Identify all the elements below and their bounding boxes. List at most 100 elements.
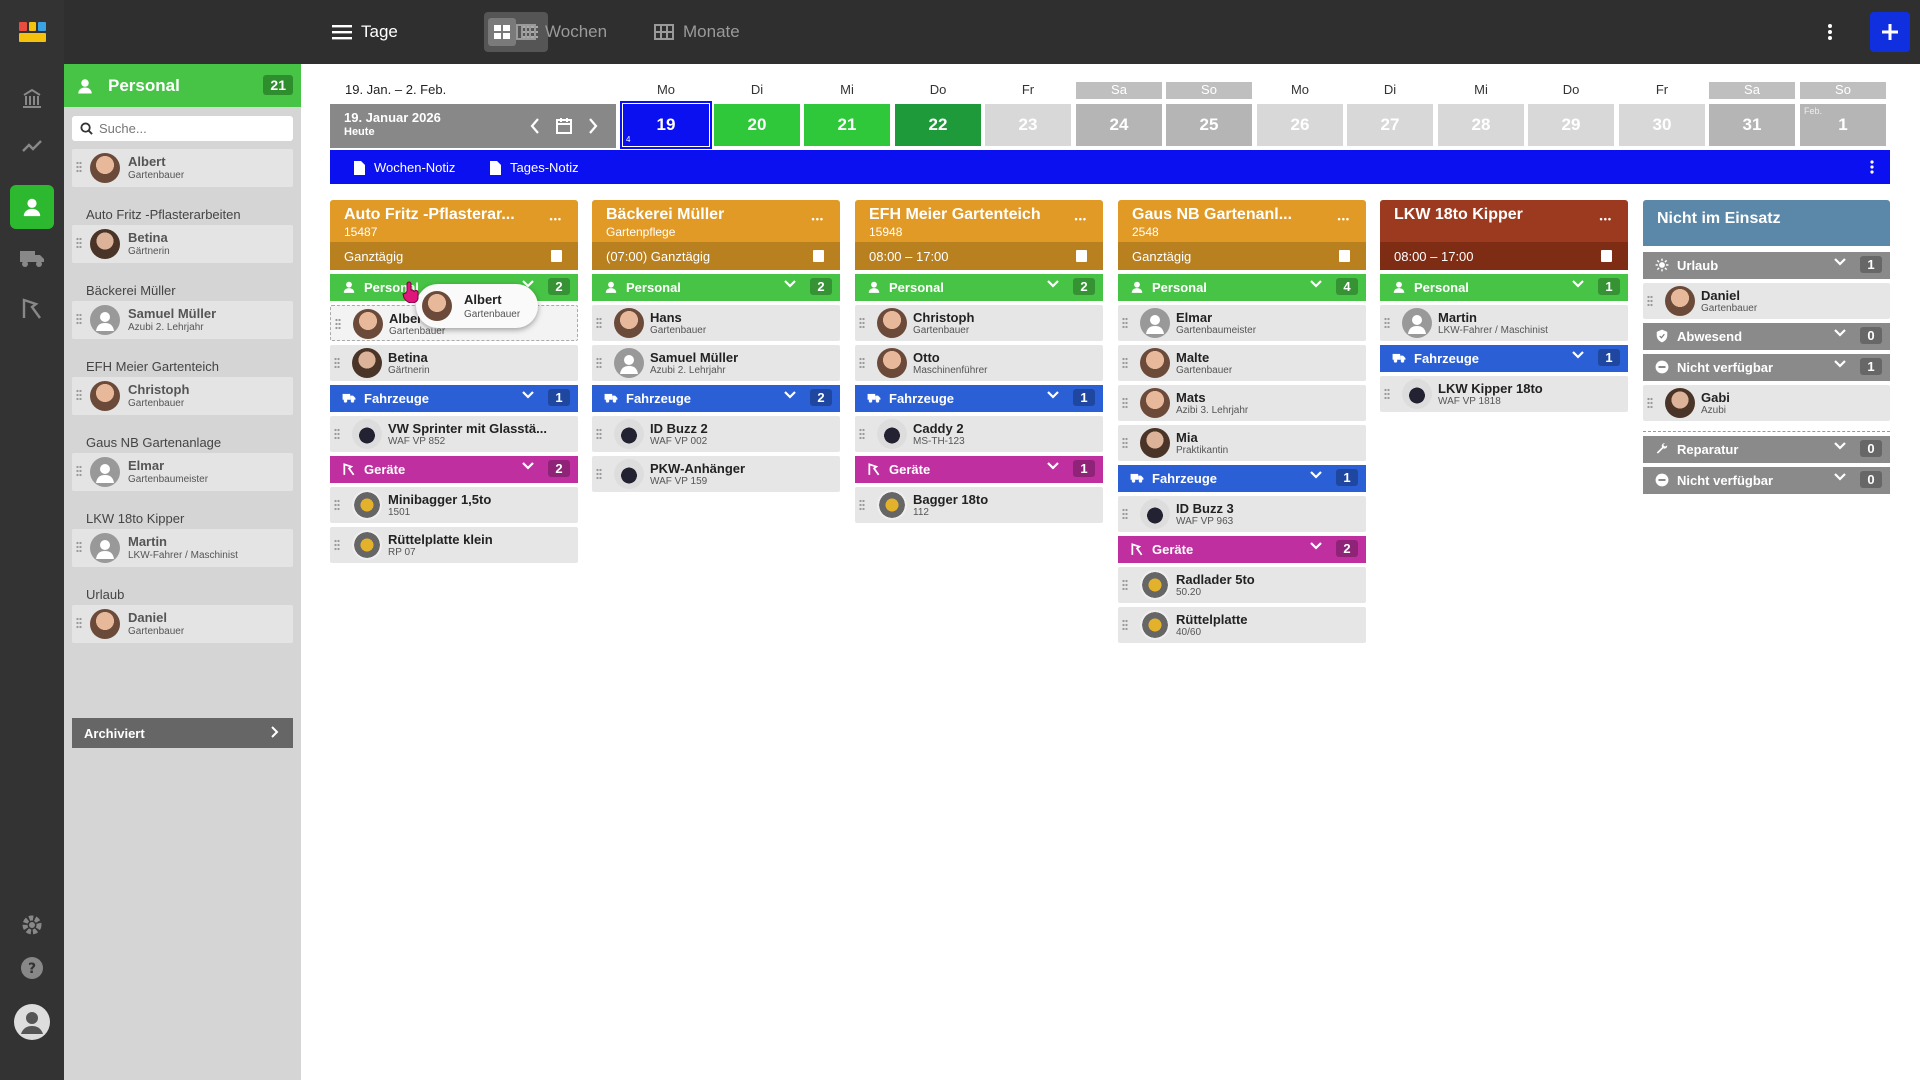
project-menu-icon[interactable]: •••: [1600, 214, 1612, 224]
section-header-vehicles[interactable]: Fahrzeuge 1: [855, 385, 1103, 412]
week-note-button[interactable]: Wochen-Notiz: [354, 160, 455, 175]
equipment-status-header[interactable]: Reparatur 0: [1643, 436, 1890, 463]
drag-handle-icon[interactable]: [1384, 317, 1390, 329]
section-header-tools[interactable]: Geräte 1: [855, 456, 1103, 483]
project-time[interactable]: 08:00 – 17:00: [1380, 242, 1628, 270]
day-cell[interactable]: 28: [1438, 104, 1524, 146]
project-menu-icon[interactable]: •••: [812, 214, 824, 224]
personal-panel-header[interactable]: Personal 21: [64, 64, 301, 107]
app-logo[interactable]: [19, 22, 46, 42]
chevron-down-icon[interactable]: [1834, 441, 1846, 451]
day-cell[interactable]: 24: [1076, 104, 1162, 146]
drag-handle-icon[interactable]: [334, 499, 340, 511]
drag-handle-icon[interactable]: [859, 499, 865, 511]
chevron-down-icon[interactable]: [522, 461, 534, 471]
project-menu-icon[interactable]: •••: [550, 214, 562, 224]
chevron-down-icon[interactable]: [1834, 328, 1846, 338]
drag-handle-icon[interactable]: [859, 428, 865, 440]
project-header[interactable]: Auto Fritz -Pflasterar... 15487 •••: [330, 200, 578, 242]
drag-handle-icon[interactable]: [1122, 357, 1128, 369]
chevron-down-icon[interactable]: [1047, 279, 1059, 289]
equipment-nav-icon[interactable]: [10, 286, 54, 330]
chevron-down-icon[interactable]: [784, 390, 796, 400]
person-card[interactable]: Daniel Gartenbauer: [72, 605, 293, 643]
project-menu-icon[interactable]: •••: [1338, 214, 1350, 224]
absent-person-card[interactable]: Daniel Gartenbauer: [1643, 283, 1890, 319]
assignment-card[interactable]: Caddy 2 MS-TH-123: [855, 416, 1103, 452]
assignment-card[interactable]: Mia Praktikantin: [1118, 425, 1366, 461]
project-header[interactable]: LKW 18to Kipper •••: [1380, 200, 1628, 242]
document-icon[interactable]: [551, 250, 562, 262]
drag-handle-icon[interactable]: [76, 541, 82, 553]
assignment-card[interactable]: Rüttelplatte klein RP 07: [330, 527, 578, 563]
day-cell[interactable]: 31: [1709, 104, 1795, 146]
project-time[interactable]: 08:00 – 17:00: [855, 242, 1103, 270]
drag-handle-icon[interactable]: [1122, 397, 1128, 409]
archived-button[interactable]: Archiviert: [72, 718, 293, 748]
section-header-vehicles[interactable]: Fahrzeuge 2: [592, 385, 840, 412]
drag-handle-icon[interactable]: [334, 428, 340, 440]
assignment-card[interactable]: Elmar Gartenbaumeister: [1118, 305, 1366, 341]
drag-handle-icon[interactable]: [1122, 619, 1128, 631]
chevron-left-icon[interactable]: [530, 118, 540, 134]
assignment-card[interactable]: ID Buzz 3 WAF VP 963: [1118, 496, 1366, 532]
day-cell[interactable]: 22: [895, 104, 981, 146]
drag-handle-icon[interactable]: [76, 617, 82, 629]
project-time[interactable]: Ganztägig: [330, 242, 578, 270]
section-header-tools[interactable]: Geräte 2: [330, 456, 578, 483]
view-days-button[interactable]: Tage: [332, 12, 398, 52]
chevron-down-icon[interactable]: [522, 390, 534, 400]
section-header-vehicles[interactable]: Fahrzeuge 1: [330, 385, 578, 412]
statistics-icon[interactable]: [10, 124, 54, 168]
section-header-vehicles[interactable]: Fahrzeuge 1: [1380, 345, 1628, 372]
assignment-card[interactable]: Otto Maschinenführer: [855, 345, 1103, 381]
equipment-status-header[interactable]: Nicht verfügbar 0: [1643, 467, 1890, 494]
section-header-personal[interactable]: Personal 2: [855, 274, 1103, 301]
chevron-down-icon[interactable]: [1834, 257, 1846, 267]
project-time[interactable]: Ganztägig: [1118, 242, 1366, 270]
help-icon[interactable]: ?: [10, 946, 54, 990]
section-header-personal[interactable]: Personal 1: [1380, 274, 1628, 301]
add-button[interactable]: [1870, 12, 1910, 52]
drag-handle-icon[interactable]: [1122, 317, 1128, 329]
day-cell[interactable]: 23: [985, 104, 1071, 146]
assignment-card[interactable]: Betina Gärtnerin: [330, 345, 578, 381]
view-months-button[interactable]: Monate: [654, 12, 740, 52]
day-cell[interactable]: 25: [1166, 104, 1252, 146]
person-card[interactable]: Samuel Müller Azubi 2. Lehrjahr: [72, 301, 293, 339]
person-card[interactable]: Elmar Gartenbaumeister: [72, 453, 293, 491]
assignment-card[interactable]: Hans Gartenbauer: [592, 305, 840, 341]
person-card[interactable]: Betina Gärtnerin: [72, 225, 293, 263]
section-header-tools[interactable]: Geräte 2: [1118, 536, 1366, 563]
drag-handle-icon[interactable]: [1122, 579, 1128, 591]
chevron-down-icon[interactable]: [784, 279, 796, 289]
absent-section-header[interactable]: Nicht verfügbar 1: [1643, 354, 1890, 381]
chevron-down-icon[interactable]: [1572, 350, 1584, 360]
assignment-card[interactable]: LKW Kipper 18to WAF VP 1818: [1380, 376, 1628, 412]
today-button[interactable]: Heute: [344, 126, 375, 138]
document-icon[interactable]: [1601, 250, 1612, 262]
more-menu-icon[interactable]: [1870, 160, 1874, 174]
section-header-vehicles[interactable]: Fahrzeuge 1: [1118, 465, 1366, 492]
view-weeks-button[interactable]: Wochen: [516, 12, 607, 52]
assignment-card[interactable]: Christoph Gartenbauer: [855, 305, 1103, 341]
drag-handle-icon[interactable]: [1122, 437, 1128, 449]
personal-nav-icon[interactable]: [10, 185, 54, 229]
search-field[interactable]: Suche...: [72, 116, 293, 141]
section-header-personal[interactable]: Personal 4: [1118, 274, 1366, 301]
assignment-card[interactable]: Radlader 5to 50.20: [1118, 567, 1366, 603]
assignment-card[interactable]: Martin LKW-Fahrer / Maschinist: [1380, 305, 1628, 341]
day-cell[interactable]: 21: [804, 104, 890, 146]
project-header[interactable]: EFH Meier Gartenteich 15948 •••: [855, 200, 1103, 242]
drag-handle-icon[interactable]: [596, 317, 602, 329]
chevron-down-icon[interactable]: [1310, 541, 1322, 551]
drag-handle-icon[interactable]: [1122, 508, 1128, 520]
chevron-down-icon[interactable]: [1310, 470, 1322, 480]
day-note-button[interactable]: Tages-Notiz: [490, 160, 579, 175]
project-header[interactable]: Bäckerei Müller Gartenpflege •••: [592, 200, 840, 242]
drag-handle-icon[interactable]: [1647, 295, 1653, 307]
project-time[interactable]: (07:00) Ganztägig: [592, 242, 840, 270]
assignment-card[interactable]: Samuel Müller Azubi 2. Lehrjahr: [592, 345, 840, 381]
day-cell[interactable]: 29: [1528, 104, 1614, 146]
assignment-card[interactable]: Malte Gartenbauer: [1118, 345, 1366, 381]
